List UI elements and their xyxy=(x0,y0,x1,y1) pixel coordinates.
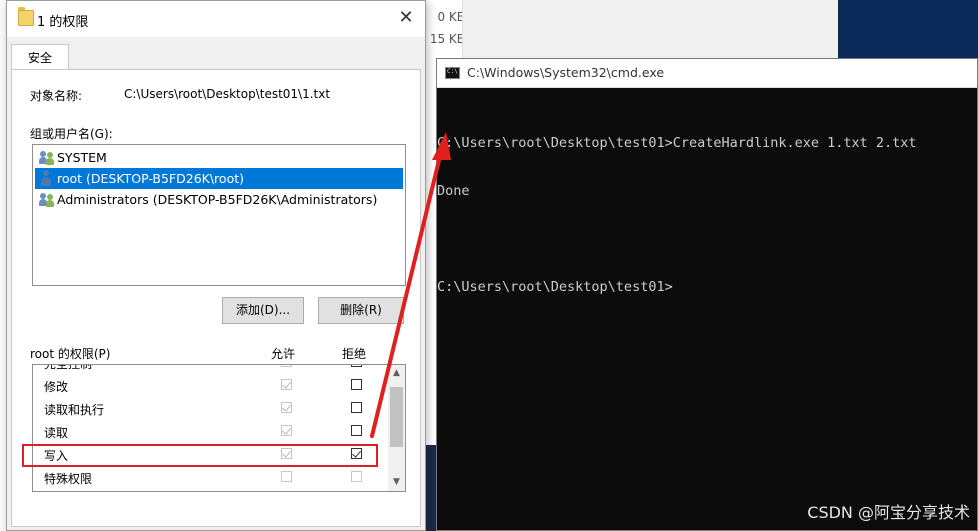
file-size: 0 KB xyxy=(437,10,465,24)
permission-row: 修改 xyxy=(33,374,389,397)
tab-strip: 安全 xyxy=(7,44,425,70)
permission-name: 完全控制 xyxy=(44,364,93,371)
deny-header: 拒绝 xyxy=(342,347,367,361)
console-output[interactable]: C:\Users\root\Desktop\test01>CreateHardl… xyxy=(437,103,917,327)
desktop-wallpaper xyxy=(838,0,978,58)
dialog-title: 1 的权限 xyxy=(37,15,89,30)
allow-checkbox xyxy=(281,365,292,367)
console-line: Done xyxy=(437,183,470,199)
groups-label: 组或用户名(G): xyxy=(30,127,113,141)
permission-name: 修改 xyxy=(44,380,69,394)
groups-list[interactable]: SYSTEM root (DESKTOP-B5FD26K\root) Admin… xyxy=(32,144,406,286)
permission-row: 完全控制 xyxy=(33,364,389,374)
object-name-label: 对象名称: xyxy=(30,89,83,103)
dialog-titlebar: 1 的权限 ✕ xyxy=(7,1,425,37)
console-line: C:\Users\root\Desktop\test01> xyxy=(437,279,673,295)
write-row-highlight xyxy=(22,444,378,467)
deny-checkbox[interactable] xyxy=(351,379,362,390)
cmd-titlebar: C:\Windows\System32\cmd.exe xyxy=(437,59,977,88)
folder-icon xyxy=(18,7,34,26)
permissions-list: 完全控制 修改 读取和执行 读取 写入 特殊权限 ▲ ▼ xyxy=(32,364,406,492)
group-users-icon xyxy=(39,150,55,165)
console-line: C:\Users\root\Desktop\test01>CreateHardl… xyxy=(437,135,917,151)
scroll-down-icon[interactable]: ▼ xyxy=(388,474,405,491)
group-item-root[interactable]: root (DESKTOP-B5FD26K\root) xyxy=(35,168,403,189)
permissions-scrollbar[interactable]: ▲ ▼ xyxy=(388,365,405,491)
console-icon xyxy=(445,67,460,79)
watermark: CSDN @阿宝分享技术 xyxy=(807,503,970,522)
scroll-up-icon[interactable]: ▲ xyxy=(388,365,405,382)
object-name-value: C:\Users\root\Desktop\test01\1.txt xyxy=(124,87,331,101)
allow-header: 允许 xyxy=(271,347,296,361)
allow-checkbox xyxy=(281,471,292,482)
tab-security[interactable]: 安全 xyxy=(11,44,69,70)
allow-checkbox xyxy=(281,402,292,413)
allow-checkbox xyxy=(281,425,292,436)
group-item-system[interactable]: SYSTEM xyxy=(35,147,403,168)
permission-row: 读取和执行 xyxy=(33,397,389,420)
group-name: SYSTEM xyxy=(57,150,107,165)
permission-row: 读取 xyxy=(33,420,389,443)
permission-name: 读取 xyxy=(44,426,69,440)
close-icon[interactable]: ✕ xyxy=(395,7,417,29)
add-button[interactable]: 添加(D)... xyxy=(222,297,304,324)
permission-row: 特殊权限 xyxy=(33,466,389,489)
single-user-icon xyxy=(41,170,51,186)
group-name: root (DESKTOP-B5FD26K\root) xyxy=(57,171,244,186)
group-users-icon xyxy=(39,192,55,207)
permission-name: 读取和执行 xyxy=(44,403,105,417)
remove-button[interactable]: 删除(R) xyxy=(318,297,404,324)
deny-checkbox[interactable] xyxy=(351,365,362,367)
group-item-administrators[interactable]: Administrators (DESKTOP-B5FD26K\Administ… xyxy=(35,189,403,210)
explorer-panel xyxy=(462,0,839,59)
group-name: Administrators (DESKTOP-B5FD26K\Administ… xyxy=(57,192,378,207)
cmd-window: C:\Windows\System32\cmd.exe C:\Users\roo… xyxy=(436,58,978,531)
file-size: 15 KB xyxy=(429,32,465,46)
scroll-thumb[interactable] xyxy=(390,387,403,447)
deny-checkbox xyxy=(351,471,362,482)
deny-checkbox[interactable] xyxy=(351,402,362,413)
permission-name: 特殊权限 xyxy=(44,472,93,486)
allow-checkbox xyxy=(281,379,292,390)
cmd-title: C:\Windows\System32\cmd.exe xyxy=(467,65,665,80)
permissions-label: root 的权限(P) xyxy=(30,347,111,361)
file-size-column: 0 KB 15 KB xyxy=(425,8,465,52)
deny-checkbox[interactable] xyxy=(351,425,362,436)
